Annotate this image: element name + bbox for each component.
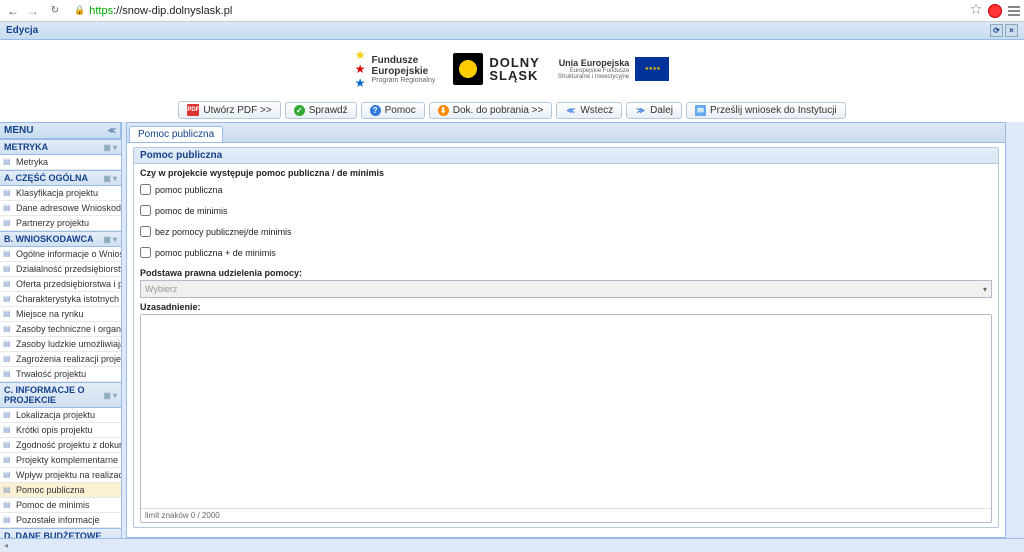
sidebar-item[interactable]: Partnerzy projektu [0,216,121,231]
sidebar-item[interactable]: Pomoc publiczna [0,483,121,498]
chk-pomoc-publiczna[interactable] [140,184,151,195]
prev-button[interactable]: ≪Wstecz [556,102,622,119]
question-label: Czy w projekcie występuje pomoc publiczn… [140,168,992,178]
opera-icon[interactable] [988,4,1002,18]
action-toolbar: PDFUtwórz PDF >> ✓Sprawdź ?Pomoc ⬇Dok. d… [0,98,1024,122]
sidebar-item[interactable]: Działalność przedsiębiorstwa [0,262,121,277]
sidebar-item[interactable]: Zasoby ludzkie umożliwiające reali [0,337,121,352]
basis-label: Podstawa prawna udzielenia pomocy: [140,268,992,278]
nav-back-button[interactable]: ← [4,2,22,20]
chevron-down-icon: ▾ [983,285,987,294]
justification-textarea[interactable] [141,315,991,505]
menu-header: MENU≪ [0,122,121,139]
chk-pomoc-de-minimis[interactable] [140,205,151,216]
url-scheme: https [89,5,113,17]
eu-logo: Unia Europejska Europejskie Fundusze Str… [558,57,669,81]
help-button[interactable]: ?Pomoc [361,102,425,119]
sidebar: MENU≪ METRYKA▣▾MetrykaA. CZĘŚĆ OGÓLNA▣▾K… [0,122,122,538]
section-header[interactable]: B. WNIOSKODAWCA▣▾ [0,231,121,247]
chk-bez-pomocy[interactable] [140,226,151,237]
main-panel: Pomoc publiczna Pomoc publiczna Czy w pr… [126,122,1006,538]
sidebar-item[interactable]: Zagrożenia realizacji projektu i sp [0,352,121,367]
checkbox-row-2[interactable]: pomoc de minimis [140,205,992,216]
reload-button[interactable]: ↻ [46,2,64,20]
basis-select[interactable]: Wybierz ▾ [140,280,992,298]
sidebar-item[interactable]: Projekty komplementarne [0,453,121,468]
tab-pomoc-publiczna[interactable]: Pomoc publiczna [129,126,223,142]
url-host: ://snow-dip.dolnyslask.pl [113,5,232,17]
lock-icon: 🔒 [74,5,85,16]
collapse-icon[interactable]: ≪ [108,126,116,135]
sidebar-item[interactable]: Ogólne informacje o Wnioskodaw [0,247,121,262]
right-rail [1010,122,1024,538]
fe-logo: ★★★ Fundusze Europejskie Program Regiona… [355,48,436,90]
app-title: Edycja [6,25,38,36]
section-header[interactable]: A. CZĘŚĆ OGÓLNA▣▾ [0,170,121,186]
menu-icon[interactable] [1008,6,1020,16]
fieldset-legend: Pomoc publiczna [134,148,998,164]
logo-bar: ★★★ Fundusze Europejskie Program Regiona… [0,40,1024,98]
checkbox-row-4[interactable]: pomoc publiczna + de minimis [140,247,992,258]
create-pdf-button[interactable]: PDFUtwórz PDF >> [178,101,280,119]
sidebar-item[interactable]: Metryka [0,155,121,170]
url-bar[interactable]: 🔒 https://snow-dip.dolnyslask.pl [68,3,970,19]
char-counter: limit znaków 0 / 2000 [141,508,991,522]
next-button[interactable]: ≫Dalej [626,102,682,119]
sidebar-item[interactable]: Zgodność projektu z dokumentam [0,438,121,453]
status-bar [0,538,1024,552]
section-header[interactable]: C. INFORMACJE O PROJEKCIE▣▾ [0,382,121,408]
section-header[interactable]: METRYKA▣▾ [0,139,121,155]
sidebar-item[interactable]: Oferta przedsiębiorstwa i przycho [0,277,121,292]
checkbox-row-3[interactable]: bez pomocy publicznej/de minimis [140,226,992,237]
close-window-icon[interactable]: × [1005,24,1018,37]
sidebar-item[interactable]: Charakterystyka istotnych czynnik [0,292,121,307]
sidebar-item[interactable]: Pozostałe informacje [0,513,121,528]
ds-logo: DOLNY SLĄSK [453,53,540,85]
fieldset-pomoc-publiczna: Pomoc publiczna Czy w projekcie występuj… [133,147,999,528]
checkbox-row-1[interactable]: pomoc publiczna [140,184,992,195]
refresh-window-icon[interactable]: ⟳ [990,24,1003,37]
sidebar-item[interactable]: Wpływ projektu na realizację zasa [0,468,121,483]
app-titlebar: Edycja ⟳ × [0,22,1024,40]
section-header[interactable]: D. DANE BUDŻETOWE – PLAN...▣▾ [0,528,121,538]
sidebar-item[interactable]: Krótki opis projektu [0,423,121,438]
sidebar-item[interactable]: Trwałość projektu [0,367,121,382]
justification-label: Uzasadnienie: [140,302,992,312]
validate-button[interactable]: ✓Sprawdź [285,102,357,119]
downloads-button[interactable]: ⬇Dok. do pobrania >> [429,102,553,119]
sidebar-item[interactable]: Miejsce na rynku [0,307,121,322]
sidebar-item[interactable]: Pomoc de minimis [0,498,121,513]
tab-strip: Pomoc publiczna [127,123,1005,143]
browser-chrome: ← → ↻ 🔒 https://snow-dip.dolnyslask.pl [0,0,1024,22]
sidebar-item[interactable]: Zasoby techniczne i organizacyjne [0,322,121,337]
bookmark-star-icon[interactable] [970,3,982,18]
sidebar-item[interactable]: Dane adresowe Wnioskodawcy [0,201,121,216]
nav-forward-button[interactable]: → [24,2,42,20]
chk-publiczna-plus-minimis[interactable] [140,247,151,258]
submit-button[interactable]: ✉Prześlij wniosek do Instytucji [686,102,846,119]
sidebar-item[interactable]: Lokalizacja projektu [0,408,121,423]
sidebar-item[interactable]: Klasyfikacja projektu [0,186,121,201]
